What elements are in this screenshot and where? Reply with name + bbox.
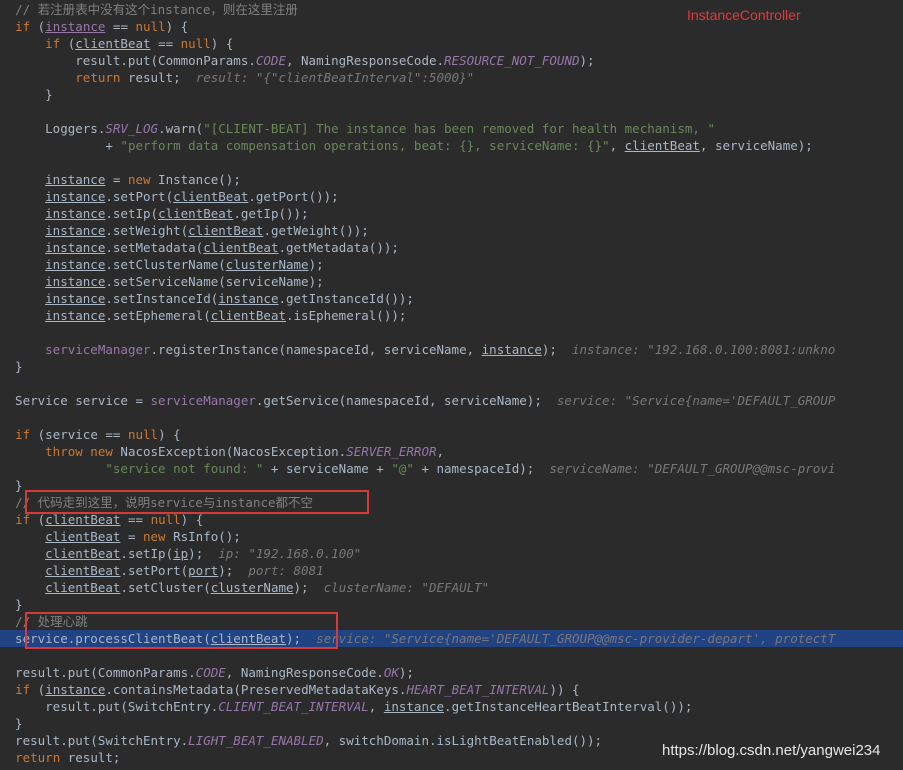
debug-hint: ip: "192.168.0.100": [218, 546, 362, 561]
code-line: instance.setWeight(clientBeat.getWeight(…: [45, 223, 369, 238]
code-line: instance.setPort(clientBeat.getPort());: [45, 189, 339, 204]
code-line: if (service == null) {: [15, 427, 181, 442]
code-line: instance.setInstanceId(instance.getInsta…: [45, 291, 414, 306]
code-line: + "perform data compensation operations,…: [0, 138, 813, 153]
code-line: instance.setIp(clientBeat.getIp());: [45, 206, 309, 221]
code-line: serviceManager.registerInstance(namespac…: [45, 342, 836, 357]
debug-hint: service: "Service{name='DEFAULT_GROUP: [556, 393, 836, 408]
code-line: clientBeat = new RsInfo();: [45, 529, 241, 544]
string-literal: "perform data compensation operations, b…: [120, 138, 610, 153]
string-literal: "@": [391, 461, 414, 476]
comment: // 若注册表中没有这个instance，则在这里注册: [15, 2, 298, 17]
code-line: throw new NacosException(NacosException.…: [45, 444, 445, 459]
code-line: instance = new Instance();: [45, 172, 241, 187]
annotation-box: [25, 612, 338, 649]
debug-hint: clusterName: "DEFAULT": [323, 580, 490, 595]
code-line: clientBeat.setCluster(clusterName); clus…: [45, 580, 490, 595]
code-line: result.put(CommonParams.CODE, NamingResp…: [0, 53, 595, 68]
annotation-box: [25, 490, 369, 514]
debug-hint: port: 8081: [248, 563, 324, 578]
code-line: instance.setClusterName(clusterName);: [45, 257, 324, 272]
code-line: }: [0, 716, 23, 731]
code-line: "service not found: " + serviceName + "@…: [105, 461, 836, 476]
string-literal: "service not found: ": [105, 461, 264, 476]
code-line: if (clientBeat == null) {: [45, 36, 234, 51]
string-literal: "[CLIENT-BEAT] The instance has been rem…: [203, 121, 715, 136]
debug-hint: result: "{"clientBeatInterval":5000}": [195, 70, 475, 85]
watermark: https://blog.csdn.net/yangwei234: [662, 742, 881, 759]
code-line: Loggers.SRV_LOG.warn("[CLIENT-BEAT] The …: [0, 121, 715, 136]
debug-hint: serviceName: "DEFAULT_GROUP@@msc-provi: [549, 461, 836, 476]
code-line: }: [0, 597, 23, 612]
code-line: result.put(SwitchEntry.CLIENT_BEAT_INTER…: [0, 699, 693, 714]
code-line: }: [0, 359, 23, 374]
code-line: result.put(CommonParams.CODE, NamingResp…: [0, 665, 414, 680]
code-editor[interactable]: // 若注册表中没有这个instance，则在这里注册 if (instance…: [0, 0, 903, 770]
code-line: if (instance.containsMetadata(PreservedM…: [15, 682, 580, 697]
code-line: instance.setServiceName(serviceName);: [45, 274, 324, 289]
code-line: return result; result: "{"clientBeatInte…: [75, 70, 475, 85]
code-line: instance.setEphemeral(clientBeat.isEphem…: [45, 308, 407, 323]
code-line: }: [0, 87, 53, 102]
annotation-label: InstanceController: [687, 7, 801, 23]
code-line: instance.setMetadata(clientBeat.getMetad…: [45, 240, 399, 255]
debug-hint: service: "Service{name='DEFAULT_GROUP@@m…: [316, 631, 836, 646]
debug-hint: instance: "192.168.0.100:8081:unkno: [571, 342, 836, 357]
code-line: clientBeat.setPort(port); port: 8081: [45, 563, 324, 578]
code-line: clientBeat.setIp(ip); ip: "192.168.0.100…: [45, 546, 362, 561]
code-line: Service service = serviceManager.getServ…: [0, 393, 836, 408]
